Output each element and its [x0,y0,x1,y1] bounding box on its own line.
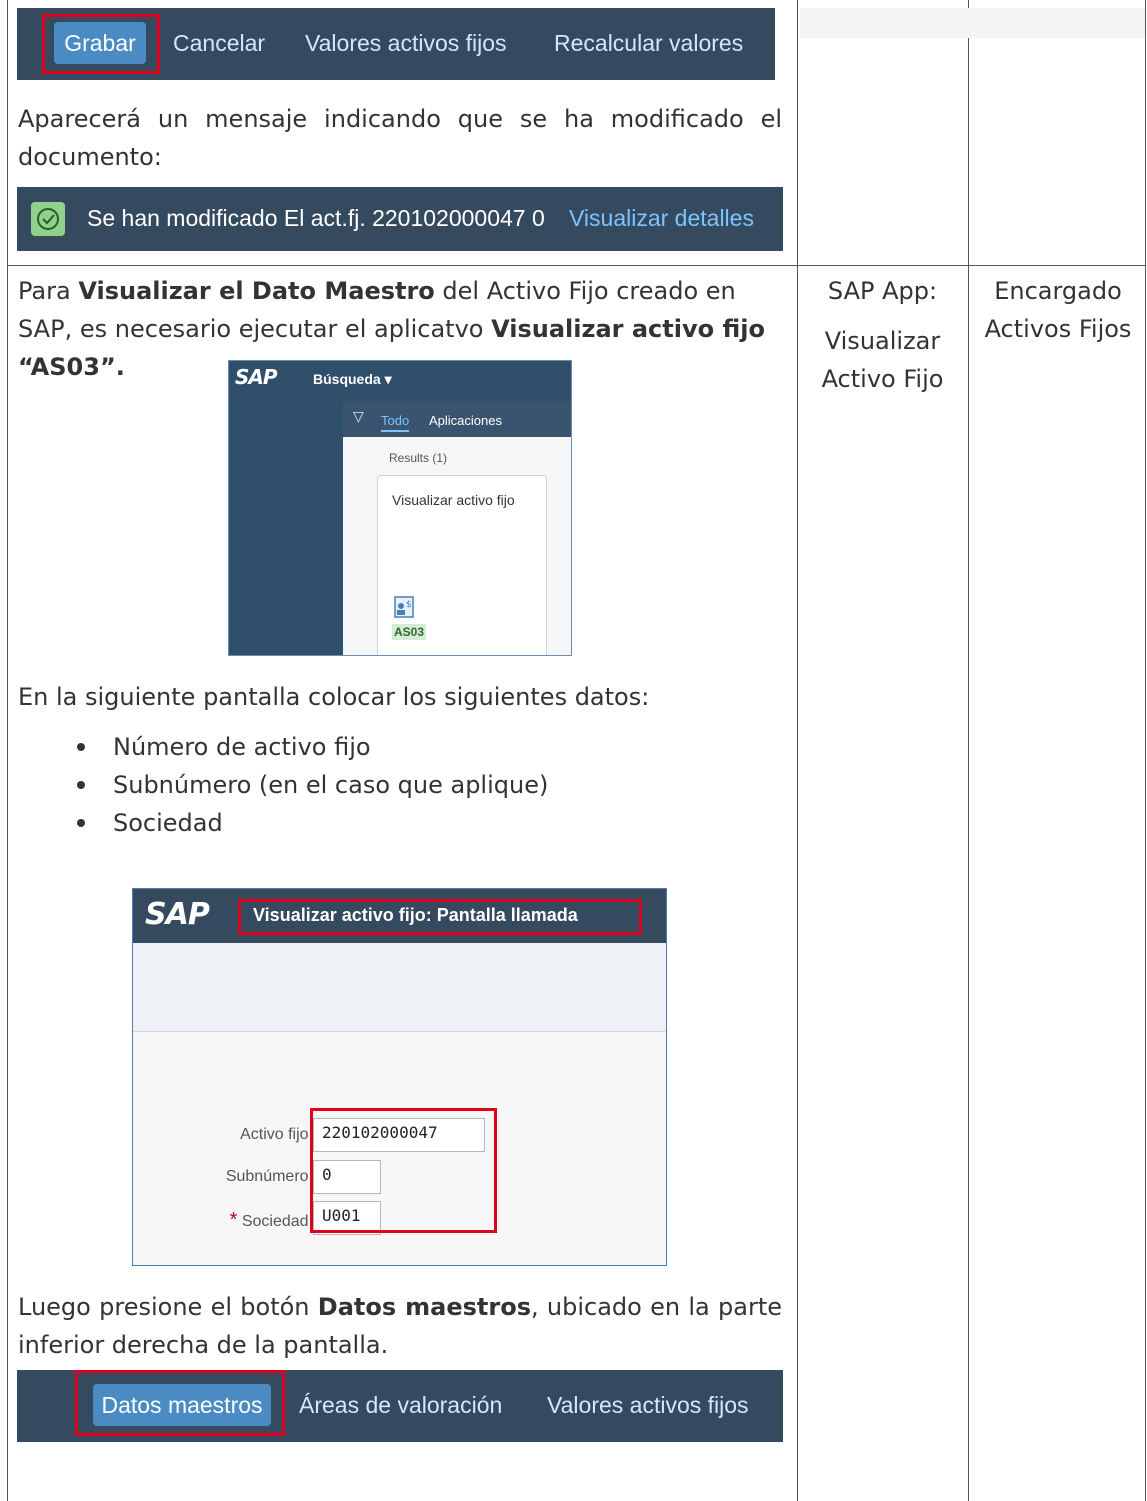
required-marker: * [229,1209,238,1231]
responsible-role: Encargado Activos Fijos [984,277,1132,343]
save-button-highlight [42,14,160,74]
table-divider-col1 [797,0,798,1501]
status-message: Se han modificado El act.fj. 22010200004… [87,205,545,231]
filter-tab-apps[interactable]: Aplicaciones [429,413,502,428]
master-data-instruction: Luego presione el botón Datos maestros, … [18,1288,782,1364]
instruction-bold: Datos maestros [317,1293,531,1321]
asset-app-icon: $ [394,596,416,620]
step-intro-bold-master: Visualizar el Dato Maestro [78,277,435,305]
results-count: Results (1) [389,451,448,465]
company-label: * Sociedad: [153,1209,313,1232]
status-bar: Se han modificado El act.fj. 22010200004… [17,187,783,251]
app-tile-title: Visualizar activo fijo [392,492,515,508]
fields-intro: En la siguiente pantalla colocar los sig… [18,683,650,711]
cancel-button[interactable]: Cancelar [173,30,265,57]
bullet-dot-3 [77,819,85,827]
bullet-subnumber: Subnúmero (en el caso que aplique) [113,771,549,799]
filter-icon[interactable]: ▽ [353,409,364,425]
modified-message-intro: Aparecerá un mensaje indicando que se ha… [18,105,782,171]
recalculate-values-button[interactable]: Recalcular valores [554,30,743,57]
master-data-highlight [75,1370,285,1436]
asset-values-button[interactable]: Valores activos fijos [305,30,507,57]
filter-tab-all[interactable]: Todo [381,413,410,432]
filter-bar: ▽ Todo Aplicaciones [343,401,571,437]
app-tile-code: AS03 [392,624,427,640]
sap-logo-2: SAP [145,897,210,932]
table-row-divider [7,265,1146,266]
table-border-left [7,0,8,1501]
faint-header-strip [800,8,1145,38]
instruction-prefix: Luego presione el botón [18,1293,318,1321]
app-label: SAP App: [827,277,938,305]
top-toolbar: Grabar Cancelar Valores activos fijos Re… [17,8,775,80]
bullet-dot-1 [77,743,85,751]
sap-logo: SAP [235,365,278,389]
table-border-right [1145,0,1146,1501]
valuation-areas-button[interactable]: Áreas de valoración [299,1392,502,1419]
step-intro-prefix: Para [18,277,79,305]
asset-number-label: Activo fijo: [240,1126,313,1143]
app-tile-as03[interactable]: Visualizar activo fijo $ AS03 [377,475,547,655]
results-pane: Results (1) Visualizar activo fijo $ AS0… [343,437,571,655]
company-label-text: Sociedad: [241,1213,313,1230]
app-name: Visualizar Activo Fijo [821,327,944,393]
bullet-asset-number: Número de activo fijo [113,733,371,761]
fields-highlight [310,1108,497,1233]
success-icon [31,202,65,236]
bullet-dot-2 [77,781,85,789]
bottom-toolbar: Datos maestros Áreas de valoración Valor… [17,1370,783,1442]
search-dropdown[interactable]: Búsqueda ▾ [313,371,392,388]
svg-text:$: $ [406,600,412,610]
sap-initial-screen: SAP Visualizar activo fijo: Pantalla lla… [132,888,667,1266]
bullet-company: Sociedad [113,809,223,837]
sap-search-panel: SAP Búsqueda ▾ ▽ Todo Aplicaciones Resul… [228,360,572,656]
asset-values-button-2[interactable]: Valores activos fijos [547,1392,749,1419]
view-details-link[interactable]: Visualizar detalles [569,205,754,232]
table-divider-col2 [968,0,969,1501]
subnumber-label: Subnúmero: [225,1168,313,1185]
toolbar-area [133,943,666,1032]
initial-screen-header: SAP Visualizar activo fijo: Pantalla lla… [133,889,666,943]
title-highlight [238,899,642,935]
